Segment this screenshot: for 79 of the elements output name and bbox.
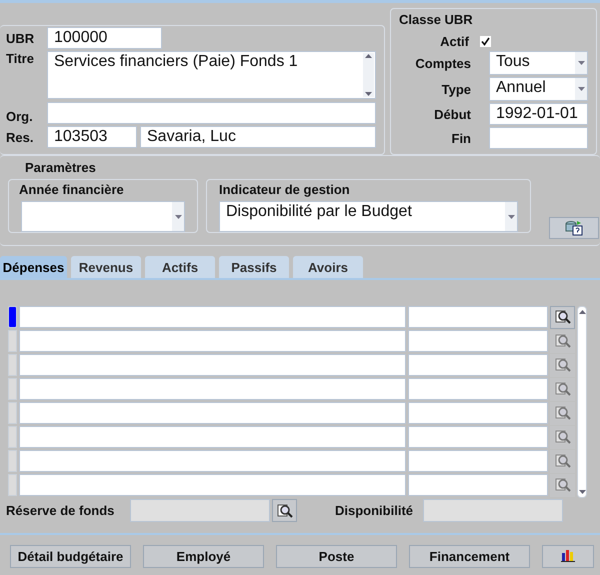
checkbox[interactable] (480, 36, 491, 47)
text-area[interactable]: Services financiers (Paie) Fonds 1 (47, 51, 376, 99)
action-button[interactable]: Poste (276, 545, 397, 568)
lookup-button[interactable] (550, 306, 575, 328)
section-title: Classe UBR (399, 12, 474, 27)
field-label: Res. (6, 130, 34, 144)
field-label: Titre (6, 51, 35, 66)
search-icon (276, 502, 292, 518)
dropdown-arrow-icon (508, 214, 514, 218)
input-field[interactable] (19, 474, 406, 496)
field-label: Actif (439, 34, 469, 49)
field-label: Org. (6, 109, 34, 124)
dropdown-arrow-icon (174, 214, 182, 218)
input-field[interactable] (408, 354, 548, 376)
tab[interactable]: Revenus (71, 256, 141, 278)
dropdown[interactable]: Tous (489, 51, 588, 75)
tab[interactable]: Actifs (145, 256, 215, 278)
input-field[interactable]: 100000 (47, 27, 162, 49)
dropdown[interactable]: Annuel (489, 77, 588, 101)
lookup-button[interactable] (272, 499, 297, 522)
field-label: Type (440, 82, 471, 96)
input-field[interactable] (408, 402, 548, 424)
input-field[interactable] (19, 426, 406, 448)
search-icon (554, 309, 570, 325)
input-field[interactable] (408, 474, 548, 496)
bar-chart-icon (561, 548, 575, 562)
input-field[interactable] (19, 306, 406, 328)
action-button[interactable]: Détail budgétaire (10, 545, 131, 568)
dropdown[interactable]: Disponibilité par le Budget (219, 201, 518, 232)
input-field[interactable] (408, 426, 548, 448)
section-title: Paramètres (25, 160, 96, 175)
input-field[interactable] (19, 378, 406, 400)
dropdown-arrow-icon (578, 61, 584, 65)
help-button[interactable] (549, 217, 599, 239)
scroll-down-icon[interactable] (578, 489, 586, 495)
search-icon (554, 405, 570, 421)
search-icon (554, 453, 570, 469)
scrollbar[interactable] (577, 306, 587, 498)
search-icon (554, 333, 570, 349)
tab[interactable]: Passifs (219, 256, 289, 278)
action-button[interactable]: Employé (143, 545, 264, 568)
input-field[interactable] (408, 306, 548, 328)
date-field[interactable] (489, 127, 588, 149)
field-label: Année financière (19, 182, 125, 197)
action-button[interactable]: Financement (409, 545, 530, 568)
date-field[interactable]: 1992-01-01 (489, 103, 588, 125)
scroll-up-icon[interactable] (578, 309, 586, 315)
input-field[interactable] (47, 102, 376, 124)
tab[interactable]: Dépenses (0, 256, 67, 278)
input-field[interactable] (19, 402, 406, 424)
search-icon (554, 477, 570, 493)
field-label: Début (433, 106, 471, 122)
input-field[interactable] (130, 499, 270, 522)
input-field[interactable] (423, 499, 563, 522)
dropdown[interactable] (21, 201, 185, 232)
input-field[interactable] (19, 450, 406, 472)
search-icon (554, 357, 570, 373)
field-label: UBR (6, 30, 36, 46)
dropdown-arrow-icon (578, 87, 584, 91)
input-field[interactable] (19, 330, 406, 352)
database-help-icon (565, 220, 583, 236)
field-label: Indicateur de gestion (219, 182, 351, 197)
input-field[interactable]: Savaria, Luc (140, 126, 376, 148)
input-field[interactable] (19, 354, 406, 376)
search-icon (554, 381, 570, 397)
input-field[interactable] (408, 330, 548, 352)
input-field[interactable] (408, 450, 548, 472)
row-indicator[interactable] (8, 306, 17, 328)
chart-button[interactable] (542, 545, 594, 568)
input-field[interactable] (408, 378, 548, 400)
field-label: Comptes (414, 56, 471, 70)
field-label: Disponibilité (334, 503, 413, 518)
scroll-up-icon[interactable] (364, 53, 373, 59)
field-label: Réserve de fonds (6, 503, 116, 518)
input-field[interactable]: 103503 (47, 126, 137, 148)
tab[interactable]: Avoirs (293, 256, 363, 278)
field-label: Fin (450, 130, 471, 146)
search-icon (554, 429, 570, 445)
scroll-down-icon[interactable] (364, 91, 373, 97)
